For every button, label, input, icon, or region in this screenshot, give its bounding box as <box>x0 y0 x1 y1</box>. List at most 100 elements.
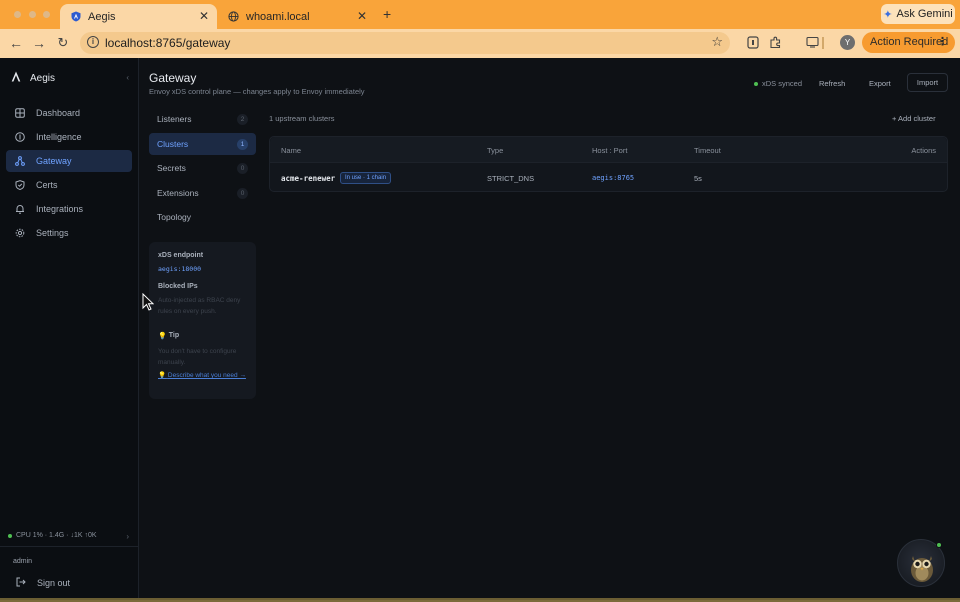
chevron-right-icon[interactable]: › <box>126 532 129 541</box>
gemini-sparkle-icon: ✦ <box>883 8 893 21</box>
refresh-button[interactable]: Refresh <box>819 79 845 88</box>
import-button[interactable]: Import <box>907 73 948 92</box>
sign-out-button[interactable]: Sign out <box>16 577 70 589</box>
window-maximize-button[interactable] <box>43 11 50 18</box>
sidebar-item-dashboard[interactable]: Dashboard <box>6 102 132 124</box>
url-text: localhost:8765/gateway <box>105 36 231 50</box>
cluster-type: STRICT_DNS <box>487 174 535 183</box>
extensions-puzzle-icon[interactable] <box>768 36 782 50</box>
reload-icon[interactable]: ↻ <box>55 35 71 51</box>
new-tab-icon[interactable]: + <box>383 6 391 22</box>
browser-tab-aegis[interactable]: Aegis ✕ <box>60 4 217 29</box>
add-cluster-button[interactable]: + Add cluster <box>892 114 936 123</box>
sidebar-item-gateway[interactable]: Gateway <box>6 150 132 172</box>
subnav-topology[interactable]: Topology <box>149 206 256 228</box>
cluster-host: aegis:8765 <box>592 174 635 182</box>
status-dot-icon <box>754 81 758 86</box>
current-user: admin <box>13 558 33 565</box>
bell-icon <box>15 204 25 214</box>
column-header: Type <box>487 146 504 155</box>
sign-out-icon <box>16 577 26 589</box>
collapse-sidebar-icon[interactable]: ‹ <box>126 73 129 82</box>
sidebar-item-label: Intelligence <box>36 132 82 142</box>
gear-icon <box>15 228 25 238</box>
count-badge: 0 <box>237 163 248 174</box>
shield-icon <box>15 180 25 190</box>
column-header: Actions <box>911 146 936 155</box>
cluster-count: 1 upstream clusters <box>269 114 335 123</box>
sidebar-item-settings[interactable]: Settings <box>6 222 132 244</box>
bookmark-star-icon[interactable]: ☆ <box>711 34 723 50</box>
profile-avatar[interactable]: Y <box>840 35 855 50</box>
more-vertical-icon: ⋮ <box>937 36 948 48</box>
sidebar-item-integrations[interactable]: Integrations <box>6 198 132 220</box>
cast-screen-icon[interactable] <box>805 36 819 50</box>
sidebar-divider <box>0 546 139 547</box>
sidebar: Aegis ‹ Dashboard Intelligence Gateway C… <box>0 58 139 598</box>
column-header: Name <box>281 146 302 155</box>
app-root: Aegis ‹ Dashboard Intelligence Gateway C… <box>0 58 960 598</box>
tab-title: Aegis <box>88 10 116 23</box>
xds-endpoint-label: xDS endpoint <box>158 252 204 259</box>
password-manager-icon[interactable] <box>746 36 760 50</box>
clusters-table: Name Type Host : Port Timeout Actions ac… <box>269 136 948 192</box>
subnav-secrets[interactable]: Secrets 0 <box>149 157 256 179</box>
back-arrow-icon[interactable]: ← <box>8 35 24 51</box>
blocked-ips-description: Auto-injected as RBAC deny rules on ever… <box>158 297 241 315</box>
sidebar-item-label: Gateway <box>36 156 72 166</box>
lightbulb-icon: 💡 <box>158 372 167 379</box>
lightbulb-icon: 💡 <box>158 333 167 340</box>
xds-endpoint-value: aegis:18000 <box>158 265 202 273</box>
grid-icon <box>15 108 25 118</box>
browser-tab-whoami[interactable]: whoami.local ✕ <box>218 4 375 29</box>
subnav-extensions[interactable]: Extensions 0 <box>149 182 256 204</box>
cluster-timeout: 5s <box>694 174 702 183</box>
subnav-clusters[interactable]: Clusters 1 <box>149 133 256 155</box>
aegis-logo-icon <box>11 71 21 85</box>
in-use-badge: In use · 1 chain <box>340 172 392 184</box>
export-button[interactable]: Export <box>869 79 891 88</box>
describe-need-link[interactable]: 💡 Describe what you need → <box>158 371 250 381</box>
assistant-mascot-button[interactable] <box>897 539 945 587</box>
sidebar-item-label: Integrations <box>36 204 84 214</box>
window-close-button[interactable] <box>14 11 21 18</box>
ask-gemini-button[interactable]: ✦ Ask Gemini <box>881 4 955 24</box>
sync-status: xDS synced <box>754 79 802 88</box>
toolbar-divider <box>822 37 824 49</box>
brand: Aegis <box>11 71 55 85</box>
sidebar-item-label: Dashboard <box>36 108 81 118</box>
tip-label: 💡 Tip <box>158 332 180 340</box>
status-dot-icon <box>8 533 12 538</box>
close-tab-icon[interactable]: ✕ <box>199 9 209 23</box>
action-required-button[interactable]: Action Required ⋮ <box>862 32 955 53</box>
sidebar-item-intelligence[interactable]: Intelligence <box>6 126 132 148</box>
window-minimize-button[interactable] <box>29 11 36 18</box>
page-title: Gateway <box>149 71 197 85</box>
count-badge: 2 <box>237 114 248 125</box>
online-indicator <box>936 542 942 548</box>
column-header: Host : Port <box>592 146 628 155</box>
site-info-icon[interactable]: i <box>87 36 99 48</box>
count-badge: 0 <box>237 188 248 199</box>
aegis-favicon-icon <box>70 11 81 22</box>
close-tab-icon[interactable]: ✕ <box>357 9 367 23</box>
tip-text: You don't have to configure manually. <box>158 348 237 366</box>
browser-window: Aegis ✕ whoami.local ✕ + ✦ Ask Gemini ← … <box>0 0 960 600</box>
page-subtitle: Envoy xDS control plane — changes apply … <box>149 87 365 96</box>
column-header: Timeout <box>694 146 721 155</box>
globe-icon <box>228 11 239 22</box>
network-icon <box>15 156 25 166</box>
tab-strip: Aegis ✕ whoami.local ✕ + ✦ Ask Gemini <box>0 0 960 29</box>
browser-toolbar: ← → ↻ i localhost:8765/gateway ☆ Y Actio… <box>0 29 960 58</box>
address-bar[interactable]: i localhost:8765/gateway ☆ <box>80 32 730 54</box>
info-card: xDS endpoint aegis:18000 Blocked IPs Aut… <box>149 242 256 399</box>
blocked-ips-label: Blocked IPs <box>158 283 198 290</box>
bulb-icon <box>15 132 25 142</box>
subnav-listeners[interactable]: Listeners 2 <box>149 108 256 130</box>
sidebar-item-label: Settings <box>36 228 69 238</box>
forward-arrow-icon[interactable]: → <box>31 35 47 51</box>
sidebar-item-certs[interactable]: Certs <box>6 174 132 196</box>
sidebar-item-label: Certs <box>36 180 58 190</box>
brand-name: Aegis <box>30 72 56 84</box>
cluster-name: acme-renewer <box>281 174 336 183</box>
